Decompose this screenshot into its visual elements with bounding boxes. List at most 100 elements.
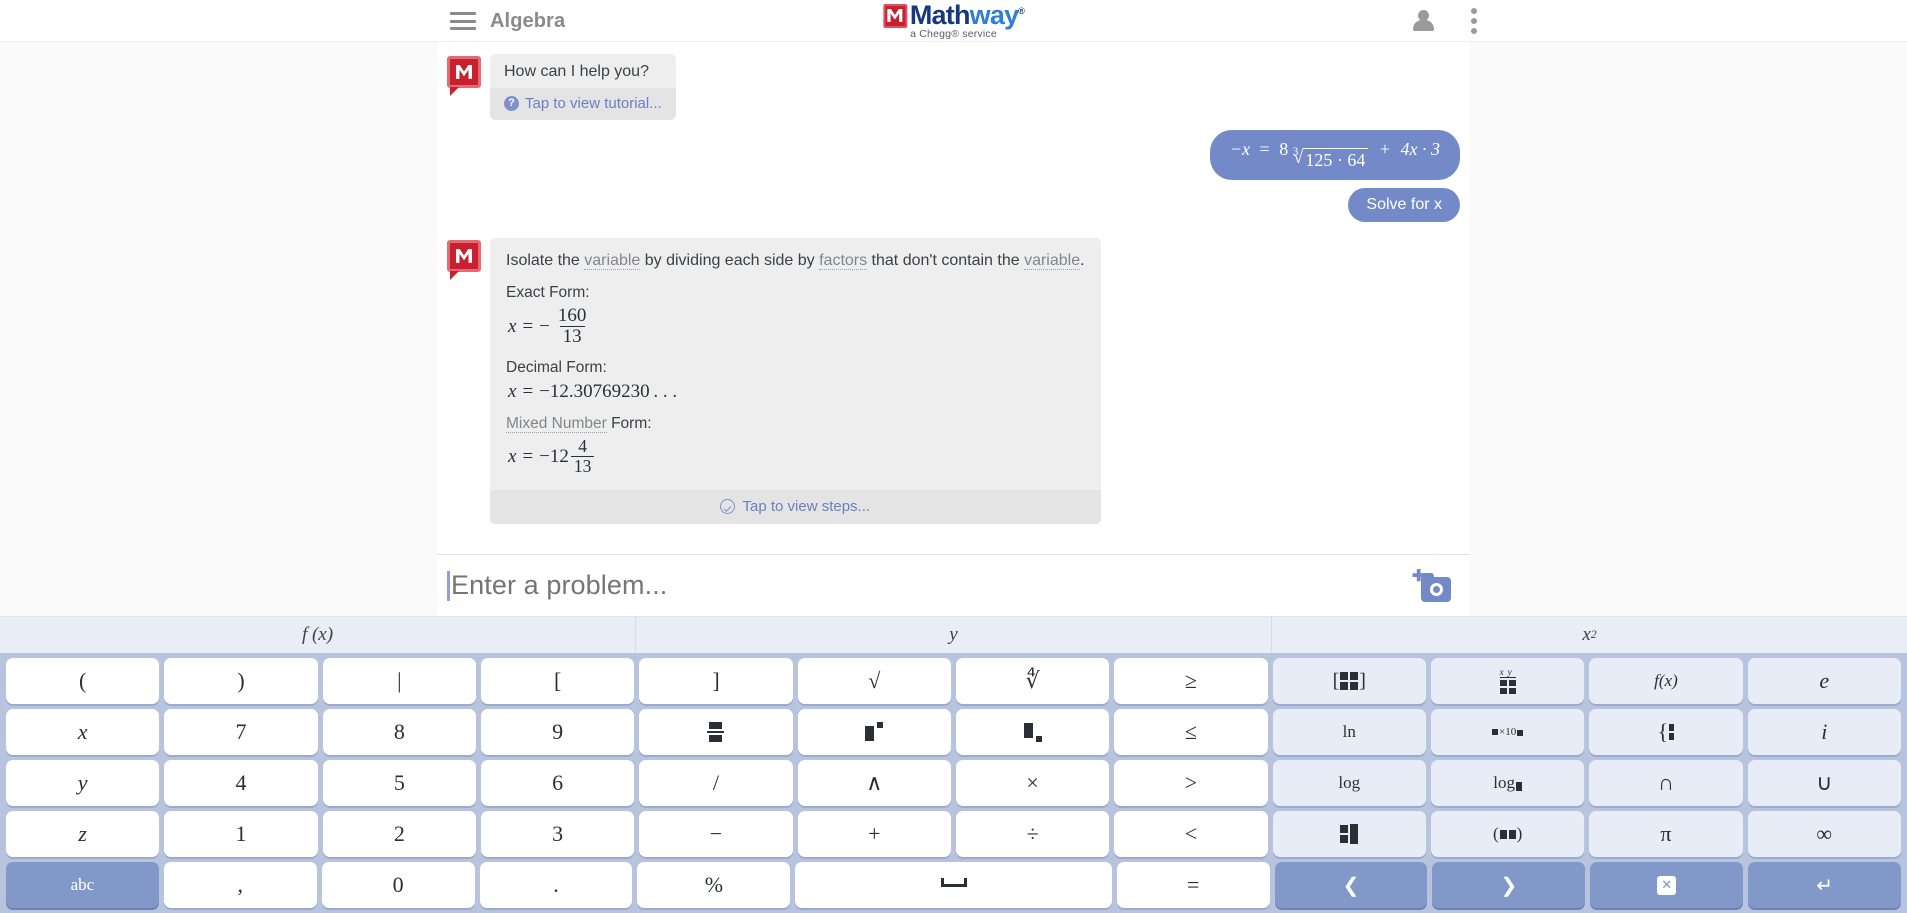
tutorial-link[interactable]: ? Tap to view tutorial... (490, 88, 676, 120)
key-close-bracket[interactable]: ] (639, 658, 793, 704)
key-cursor-left[interactable]: ❮ (1274, 862, 1428, 908)
intro-seg-4: that don't contain the (867, 252, 1025, 269)
key-less-equal-label: ≤ (1184, 719, 1197, 744)
key-greater-than[interactable]: > (1114, 760, 1268, 806)
avatar (447, 240, 481, 280)
key-equals-label: = (1186, 872, 1200, 897)
key-open-paren[interactable]: ( (6, 658, 160, 704)
tab-y[interactable]: y (636, 617, 1272, 653)
key-open-bracket[interactable]: [ (480, 658, 635, 704)
key-fraction[interactable] (639, 709, 793, 755)
key-piecewise[interactable]: { (1589, 709, 1743, 755)
message-user: −x = 8 3 √ 125 · 64 + 4x · 3 Solve for x (437, 130, 1470, 222)
logo-text-dark: Math (909, 0, 971, 30)
key-multiply[interactable]: × (955, 760, 1110, 806)
key-less-equal[interactable]: ≤ (1114, 709, 1268, 755)
message-answer: Isolate the variable by dividing each si… (437, 238, 1470, 524)
key-0[interactable]: 0 (321, 862, 475, 908)
subject-title[interactable]: Algebra (490, 10, 565, 33)
key-nth-root[interactable]: ∜ (955, 658, 1110, 704)
exact-sign: − (539, 315, 550, 337)
key-subscript[interactable] (955, 709, 1110, 755)
mathway-logo[interactable]: Mathway® a Chegg® service (882, 0, 1025, 40)
exact-numerator: 160 (557, 304, 587, 326)
key-cursor-right[interactable]: ❯ (1432, 862, 1586, 908)
key-period[interactable]: . (479, 862, 633, 908)
key-greater-equal[interactable]: ≥ (1114, 658, 1268, 704)
key-space[interactable] (795, 862, 1112, 908)
mixed-term[interactable]: Mixed Number (506, 415, 607, 434)
key-divide[interactable]: ÷ (955, 811, 1110, 857)
key-8[interactable]: 8 (322, 709, 476, 755)
key-square-root[interactable]: √ (797, 658, 951, 704)
key-matrix-2[interactable] (1272, 811, 1426, 857)
key-5[interactable]: 5 (322, 760, 476, 806)
matrix2-icon (1340, 824, 1359, 844)
key-enter[interactable]: ↵ (1748, 862, 1902, 908)
key-2[interactable]: 2 (322, 811, 476, 857)
check-circle-icon (720, 498, 736, 514)
key-3[interactable]: 3 (480, 811, 635, 857)
key-intersection[interactable]: ∩ (1589, 760, 1743, 806)
key-7[interactable]: 7 (164, 709, 318, 755)
key-superscript[interactable] (797, 709, 951, 755)
key-8-label: 8 (393, 719, 405, 744)
key-less-than[interactable]: < (1114, 811, 1268, 857)
key-6[interactable]: 6 (480, 760, 635, 806)
key-percent[interactable]: % (637, 862, 791, 908)
key-4[interactable]: 4 (164, 760, 318, 806)
equation-coefficient: 8 (1279, 139, 1289, 159)
key-divide-slash[interactable]: / (639, 760, 793, 806)
key-infinity[interactable]: ∞ (1747, 811, 1901, 857)
key-caret-power[interactable]: ∧ (797, 760, 951, 806)
key-natural-log[interactable]: ln (1272, 709, 1426, 755)
key-natural-log-label: ln (1342, 722, 1356, 741)
hamburger-icon[interactable] (450, 12, 476, 30)
key-function[interactable]: f(x) (1589, 658, 1743, 704)
exact-fraction: 160 13 (555, 304, 590, 348)
key-y[interactable]: y (6, 760, 160, 806)
key-matrix[interactable]: [] (1272, 658, 1426, 704)
view-steps-link[interactable]: Tap to view steps... (490, 489, 1101, 524)
key-2-label: 2 (393, 821, 405, 846)
tab-x2[interactable]: x2 (1272, 617, 1907, 653)
key-1[interactable]: 1 (164, 811, 318, 857)
key-imaginary-i-label: i (1821, 719, 1828, 744)
key-table[interactable]: xy (1430, 658, 1585, 704)
key-divide-slash-label: / (712, 770, 720, 795)
key-pi[interactable]: π (1589, 811, 1743, 857)
key-abc[interactable]: abc (6, 862, 159, 908)
superscript-icon (864, 722, 884, 742)
header-right-group (1411, 0, 1477, 42)
key-divide-label: ÷ (1026, 821, 1039, 846)
user-command-bubble[interactable]: Solve for x (1348, 188, 1460, 222)
problem-input[interactable] (451, 570, 1412, 601)
key-9[interactable]: 9 (480, 709, 635, 755)
user-equation-bubble[interactable]: −x = 8 3 √ 125 · 64 + 4x · 3 (1209, 130, 1460, 180)
key-euler-e[interactable]: e (1747, 658, 1901, 704)
kebab-menu-icon[interactable] (1471, 8, 1477, 34)
key-union[interactable]: ∪ (1747, 760, 1901, 806)
key-log-base[interactable]: log (1430, 760, 1585, 806)
key-scientific-notation[interactable]: ×10 (1430, 709, 1585, 755)
key-backspace[interactable]: ✕ (1590, 862, 1744, 908)
person-icon[interactable] (1411, 9, 1435, 33)
key-comma[interactable]: , (163, 862, 317, 908)
key-log[interactable]: log (1272, 760, 1426, 806)
mixed-numerator: 4 (578, 436, 587, 457)
intro-term-variable[interactable]: variable (584, 252, 641, 270)
key-x[interactable]: x (6, 709, 160, 755)
exact-eq: = (522, 315, 534, 337)
key-close-paren[interactable]: ) (164, 658, 318, 704)
key-z[interactable]: z (6, 811, 160, 857)
key-equals[interactable]: = (1116, 862, 1270, 908)
key-minus[interactable]: − (639, 811, 793, 857)
key-abs-bar[interactable]: | (322, 658, 476, 704)
key-interval[interactable]: () (1430, 811, 1585, 857)
key-imaginary-i[interactable]: i (1747, 709, 1901, 755)
intro-term-variable-2[interactable]: variable (1024, 252, 1081, 270)
key-plus[interactable]: + (797, 811, 951, 857)
camera-icon[interactable]: ✚ (1412, 568, 1452, 603)
intro-term-factors[interactable]: factors (819, 252, 868, 270)
tab-fx[interactable]: f (x) (0, 617, 636, 653)
